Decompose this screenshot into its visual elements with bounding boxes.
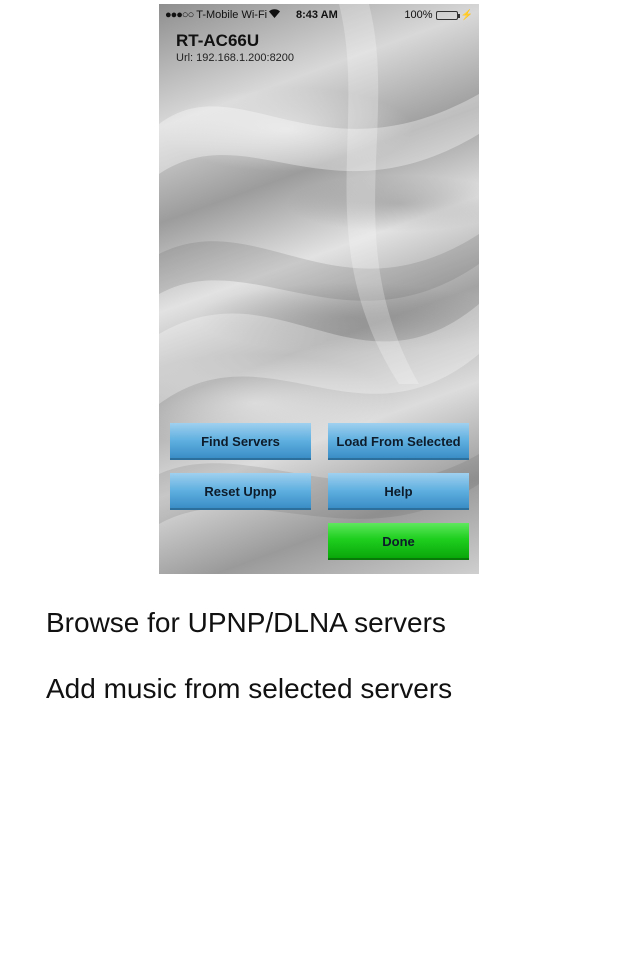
find-servers-button[interactable]: Find Servers <box>170 423 311 460</box>
caption-add-music: Add music from selected servers <box>46 673 453 704</box>
status-right: 100% ⚡ <box>404 9 473 21</box>
charging-bolt-icon: ⚡ <box>460 9 473 21</box>
carrier-label: T-Mobile Wi-Fi <box>196 9 268 21</box>
status-time: 8:43 AM <box>296 9 338 21</box>
help-button[interactable]: Help <box>328 473 469 510</box>
done-button[interactable]: Done <box>328 523 469 560</box>
device-title: RT-AC66U <box>176 31 260 50</box>
status-left: ●●●○○ T-Mobile Wi-Fi <box>165 9 282 21</box>
page: ●●●○○ T-Mobile Wi-Fi 8:43 AM 100% ⚡ RT-AC… <box>0 0 640 960</box>
wifi-icon <box>269 9 281 21</box>
load-from-selected-button[interactable]: Load From Selected <box>328 423 469 460</box>
device-url: Url: 192.168.1.200:8200 <box>176 52 295 64</box>
status-bar: ●●●○○ T-Mobile Wi-Fi 8:43 AM 100% ⚡ <box>159 4 479 26</box>
reset-upnp-button[interactable]: Reset Upnp <box>170 473 311 510</box>
battery-icon <box>435 10 460 20</box>
battery-percent: 100% <box>404 9 433 21</box>
signal-strength-icon: ●●●○○ <box>165 9 194 21</box>
caption-browse: Browse for UPNP/DLNA servers <box>46 607 446 638</box>
phone-screenshot: ●●●○○ T-Mobile Wi-Fi 8:43 AM 100% ⚡ RT-AC… <box>159 4 479 574</box>
